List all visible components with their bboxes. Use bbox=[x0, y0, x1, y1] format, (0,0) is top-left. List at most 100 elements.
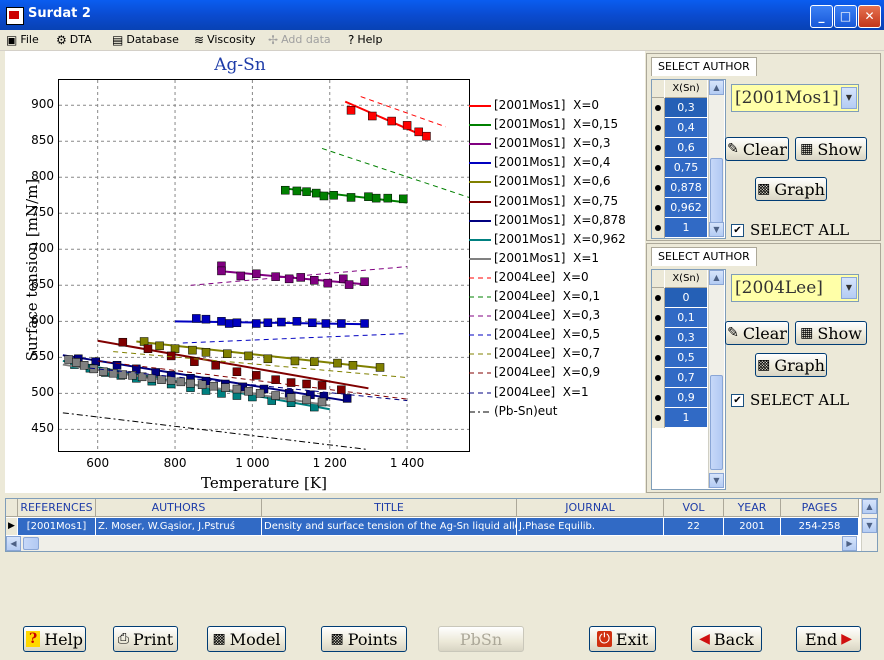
ref-cell-pages[interactable]: 254-258 bbox=[781, 518, 859, 535]
legend-label: [2004Lee] X=0 bbox=[494, 269, 589, 284]
panel2-tab[interactable]: SELECT AUTHOR bbox=[651, 247, 757, 266]
data-point bbox=[387, 116, 396, 126]
ref-header-references[interactable]: REFERENCES bbox=[18, 499, 96, 517]
menu-file[interactable]: ▣ File bbox=[6, 33, 39, 46]
panel1-xsn-cell[interactable]: 0,878 bbox=[665, 178, 707, 198]
maximize-button[interactable]: □ bbox=[834, 5, 857, 28]
panel2-xsn-cell[interactable]: 0,3 bbox=[665, 328, 707, 348]
select-all-label-2: SELECT ALL bbox=[750, 391, 850, 409]
print-button[interactable]: ⎙ Print bbox=[113, 626, 178, 652]
panel1-grid-header: X(Sn) bbox=[665, 80, 707, 98]
ref-header-pages[interactable]: PAGES bbox=[781, 499, 859, 517]
ref-header-year[interactable]: YEAR bbox=[724, 499, 781, 517]
data-point bbox=[186, 379, 195, 388]
data-point bbox=[337, 385, 346, 395]
menu-database[interactable]: ▤ Database bbox=[112, 33, 179, 46]
end-button[interactable]: End ▶ bbox=[796, 626, 861, 652]
scroll-right-icon[interactable]: ▶ bbox=[842, 536, 857, 551]
menu-dta[interactable]: ⚙ DTA bbox=[56, 33, 92, 46]
scroll-down-icon[interactable]: ▼ bbox=[709, 473, 724, 488]
ref-vscroll[interactable]: ▲ ▼ bbox=[861, 499, 877, 551]
ref-header-vol[interactable]: VOL bbox=[664, 499, 724, 517]
legend-swatch bbox=[469, 143, 491, 146]
data-point bbox=[79, 361, 89, 370]
back-button[interactable]: ◀ Back bbox=[691, 626, 762, 652]
data-point bbox=[118, 337, 128, 347]
panel2-xsn-cell[interactable]: 0,5 bbox=[665, 348, 707, 368]
legend-swatch bbox=[469, 257, 491, 260]
panel1-xsn-cell[interactable]: 0,75 bbox=[665, 158, 707, 178]
scroll-up-icon[interactable]: ▲ bbox=[862, 499, 877, 514]
chevron-down-icon[interactable]: ▼ bbox=[841, 277, 857, 299]
model-button[interactable]: ▩ Model bbox=[207, 626, 286, 652]
author-combo-1[interactable]: [2001Mos1] ▼ bbox=[731, 84, 859, 112]
panel2-xsn-grid[interactable]: X(Sn) 0 0,1 0,3 0,5 0,7 0,9 1 ▲ ▼ bbox=[651, 269, 726, 490]
chevron-down-icon[interactable]: ▼ bbox=[841, 87, 857, 109]
clear-button-1[interactable]: ✎ Clear bbox=[725, 137, 789, 161]
panel1-xsn-cell[interactable]: 0,6 bbox=[665, 138, 707, 158]
panel2-xsn-cell[interactable]: 0,1 bbox=[665, 308, 707, 328]
panel2-grid-scrollbar[interactable]: ▲ ▼ bbox=[708, 270, 724, 488]
ref-cell-reference[interactable]: [2001Mos1] bbox=[18, 518, 96, 535]
scroll-up-icon[interactable]: ▲ bbox=[709, 270, 724, 285]
panel1-xsn-cell[interactable]: 0,3 bbox=[665, 98, 707, 118]
show-button-1[interactable]: ▦ Show bbox=[795, 137, 867, 161]
panel1-xsn-cell[interactable]: 0,4 bbox=[665, 118, 707, 138]
y-tick-label: 450 bbox=[31, 421, 54, 436]
ref-cell-authors[interactable]: Z. Moser, W.Gąsior, J.Pstruś bbox=[96, 518, 262, 535]
scroll-down-icon[interactable]: ▼ bbox=[862, 518, 877, 533]
panel1-xsn-cell[interactable]: 1 bbox=[665, 218, 707, 238]
ref-cell-journal[interactable]: J.Phase Equilib. bbox=[517, 518, 664, 535]
data-point bbox=[311, 188, 321, 198]
references-table[interactable]: REFERENCES AUTHORS TITLE JOURNAL VOL YEA… bbox=[5, 498, 878, 552]
data-point bbox=[292, 317, 302, 326]
ref-header-authors[interactable]: AUTHORS bbox=[96, 499, 262, 517]
panel2-xsn-cell[interactable]: 0,9 bbox=[665, 388, 707, 408]
panel2-xsn-cell[interactable]: 1 bbox=[665, 408, 707, 428]
data-point bbox=[302, 187, 311, 196]
row-marker-icon bbox=[655, 295, 661, 301]
ref-cell-vol[interactable]: 22 bbox=[664, 518, 724, 535]
help-button[interactable]: ? Help bbox=[23, 626, 86, 652]
select-all-checkbox-2[interactable]: ✔ SELECT ALL bbox=[731, 391, 849, 409]
panel1-xsn-cell[interactable]: 0,962 bbox=[665, 198, 707, 218]
ref-cell-year[interactable]: 2001 bbox=[724, 518, 781, 535]
clear-button-2[interactable]: ✎ Clear bbox=[725, 321, 789, 345]
panel1-tab[interactable]: SELECT AUTHOR bbox=[651, 57, 757, 76]
menu-viscosity[interactable]: ≋ Viscosity bbox=[194, 33, 256, 46]
points-button-label: Points bbox=[347, 629, 398, 649]
menu-database-label: Database bbox=[126, 33, 179, 46]
exit-button[interactable]: ⏻ Exit bbox=[589, 626, 656, 652]
close-button[interactable]: ✕ bbox=[858, 5, 881, 28]
minimize-button[interactable]: _ bbox=[810, 5, 833, 28]
print-button-label: Print bbox=[132, 629, 174, 649]
scroll-thumb[interactable] bbox=[710, 375, 723, 470]
scroll-left-icon[interactable]: ◀ bbox=[6, 536, 21, 551]
panel1-xsn-grid[interactable]: X(Sn) 0,3 0,4 0,6 0,75 0,878 0,962 1 ▲ ▼ bbox=[651, 79, 726, 239]
back-button-label: Back bbox=[713, 629, 754, 649]
ref-cell-title[interactable]: Density and surface tension of the Ag-Sn… bbox=[262, 518, 517, 535]
y-tick-label: 600 bbox=[31, 313, 54, 328]
show-button-2[interactable]: ▦ Show bbox=[795, 321, 867, 345]
hscroll-thumb[interactable] bbox=[23, 537, 39, 550]
panel2-xsn-cell[interactable]: 0 bbox=[665, 288, 707, 308]
panel1-grid-scrollbar[interactable]: ▲ ▼ bbox=[708, 80, 724, 237]
graph-button-1[interactable]: ▩ Graph bbox=[755, 177, 827, 201]
ref-header-journal[interactable]: JOURNAL bbox=[517, 499, 664, 517]
pbsn-button: PbSn bbox=[438, 626, 524, 652]
ref-hscroll[interactable]: ◀ ▶ bbox=[6, 536, 857, 551]
data-point bbox=[329, 191, 338, 200]
points-button[interactable]: ▩ Points bbox=[321, 626, 407, 652]
data-point bbox=[271, 375, 280, 384]
scroll-thumb[interactable] bbox=[710, 158, 723, 223]
menu-help[interactable]: ? Help bbox=[348, 33, 382, 46]
panel2-xsn-cell[interactable]: 0,7 bbox=[665, 368, 707, 388]
scroll-down-icon[interactable]: ▼ bbox=[709, 222, 724, 237]
author-combo-2[interactable]: [2004Lee] ▼ bbox=[731, 274, 859, 302]
ref-header-title[interactable]: TITLE bbox=[262, 499, 517, 517]
power-icon: ⏻ bbox=[596, 631, 612, 647]
scroll-up-icon[interactable]: ▲ bbox=[709, 80, 724, 95]
graph-button-2[interactable]: ▩ Graph bbox=[755, 353, 827, 377]
select-all-checkbox-1[interactable]: ✔ SELECT ALL bbox=[731, 221, 849, 239]
y-tick-label: 850 bbox=[31, 133, 54, 148]
